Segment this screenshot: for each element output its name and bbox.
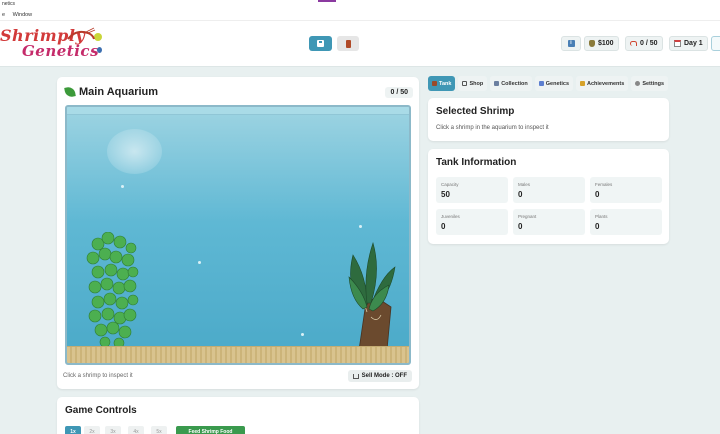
bubble <box>198 261 201 264</box>
os-accent-bar <box>318 0 336 2</box>
population-value: 0 / 50 <box>640 40 658 47</box>
menu-item-edit[interactable]: e <box>2 9 5 21</box>
population-display: 0 / 50 <box>625 36 663 51</box>
tab-label: Shop <box>469 80 484 87</box>
dna-icon <box>538 81 544 86</box>
menu-bar: e Window <box>0 9 720 21</box>
tab-label: Tank <box>439 80 452 87</box>
tank-info-panel: Tank Information Capacity 50 Males 0 Fem… <box>428 149 669 244</box>
stat-males: Males 0 <box>513 177 585 203</box>
cart-icon <box>352 373 359 379</box>
stat-label: Males <box>518 182 531 187</box>
window-title: netics <box>2 1 16 7</box>
feed-shrimp-button[interactable]: Feed Shrimp Food <box>176 426 245 434</box>
tank-water-surface <box>67 107 409 115</box>
stat-value: 0 <box>518 222 523 231</box>
app-logo: Shrimply Genetics <box>0 23 110 63</box>
stat-value: 50 <box>441 190 450 199</box>
sell-mode-label: Sell Mode : OFF <box>361 373 407 379</box>
tank-sand-substrate <box>67 346 409 363</box>
tab-label: Achievements <box>587 80 625 87</box>
stat-label: Plants <box>595 214 608 219</box>
tab-label: Settings <box>642 80 665 87</box>
menu-item-window[interactable]: Window <box>13 9 33 21</box>
os-title-bar: netics <box>0 0 720 9</box>
stat-females: Females 0 <box>590 177 662 203</box>
stat-label: Capacity <box>441 182 459 187</box>
tank-icon <box>432 81 437 86</box>
tab-settings[interactable]: Settings <box>631 76 669 91</box>
tab-shop[interactable]: Shop <box>458 76 488 91</box>
save-icon <box>317 40 324 47</box>
logo-drop-icon <box>97 47 102 53</box>
game-controls-title: Game Controls <box>65 405 137 416</box>
speed-2x-button[interactable]: 2x <box>84 426 100 434</box>
cart-icon <box>462 81 468 86</box>
overflow-button[interactable] <box>711 36 720 51</box>
aquarium-title: Main Aquarium <box>64 86 159 98</box>
shrimp-icon <box>630 41 637 46</box>
bubble <box>121 185 124 188</box>
leaf-icon <box>64 86 76 98</box>
logo-text-line2: Genetics <box>22 42 100 60</box>
selected-shrimp-panel: Selected Shrimp Click a shrimp in the aq… <box>428 98 669 141</box>
aquarium-tank[interactable] <box>65 105 411 365</box>
plant-left <box>86 232 139 349</box>
logo-shrimp-icon <box>67 27 96 40</box>
stat-label: Females <box>595 182 613 187</box>
aquarium-hint: Click a shrimp to inspect it <box>63 373 133 379</box>
sell-mode-button[interactable]: Sell Mode : OFF <box>347 370 412 382</box>
speed-3x-button[interactable]: 3x <box>105 426 121 434</box>
exit-button[interactable] <box>337 36 359 51</box>
stat-value: 0 <box>595 222 600 231</box>
tab-label: Collection <box>501 80 528 87</box>
info-icon: i <box>567 40 575 47</box>
money-display: $100 <box>584 36 619 51</box>
stat-label: Juveniles <box>441 214 460 219</box>
stat-pregnant: Pregnant 0 <box>513 209 585 235</box>
selected-shrimp-title: Selected Shrimp <box>436 106 515 117</box>
stat-plants: Plants 0 <box>590 209 662 235</box>
trophy-icon <box>580 81 586 86</box>
bubble <box>301 333 304 336</box>
stat-value: 0 <box>595 190 600 199</box>
stat-value: 0 <box>441 222 446 231</box>
book-icon <box>494 81 500 86</box>
game-controls-panel: Game Controls 1x 2x 3x 4x 5x Feed Shrimp… <box>57 397 419 434</box>
aquarium-count-badge: 0 / 50 <box>385 87 413 98</box>
tank-info-title: Tank Information <box>436 157 517 168</box>
tab-genetics[interactable]: Genetics <box>534 76 574 91</box>
stat-value: 0 <box>518 190 523 199</box>
aquarium-title-text: Main Aquarium <box>79 86 159 98</box>
tab-tank[interactable]: Tank <box>428 76 456 91</box>
day-value: Day 1 <box>684 40 703 47</box>
selected-shrimp-text: Click a shrimp in the aquarium to inspec… <box>436 125 549 131</box>
speed-4x-button[interactable]: 4x <box>128 426 144 434</box>
stat-capacity: Capacity 50 <box>436 177 508 203</box>
plant-right-driftwood <box>348 241 396 350</box>
bubble <box>359 225 362 228</box>
tab-label: Genetics <box>545 80 570 87</box>
speed-1x-button[interactable]: 1x <box>65 426 81 434</box>
money-value: $100 <box>598 40 614 47</box>
gear-icon <box>635 81 641 86</box>
aquarium-panel: Main Aquarium 0 / 50 Click a shrimp to i… <box>57 77 419 389</box>
stat-label: Pregnant <box>518 214 537 219</box>
money-bag-icon <box>589 40 595 47</box>
day-display: Day 1 <box>669 36 708 51</box>
tab-collection[interactable]: Collection <box>490 76 532 91</box>
info-button[interactable]: i <box>561 36 581 51</box>
stat-juveniles: Juveniles 0 <box>436 209 508 235</box>
door-icon <box>345 39 351 48</box>
calendar-icon <box>674 40 681 47</box>
tab-achievements[interactable]: Achievements <box>576 76 629 91</box>
sidebar-tabs: Tank Shop Collection Genetics Achievemen… <box>428 76 669 91</box>
speed-5x-button[interactable]: 5x <box>151 426 167 434</box>
save-button[interactable] <box>309 36 332 51</box>
light-glow <box>107 129 162 174</box>
app-header: Shrimply Genetics i $100 0 / 50 Day 1 <box>0 21 720 67</box>
